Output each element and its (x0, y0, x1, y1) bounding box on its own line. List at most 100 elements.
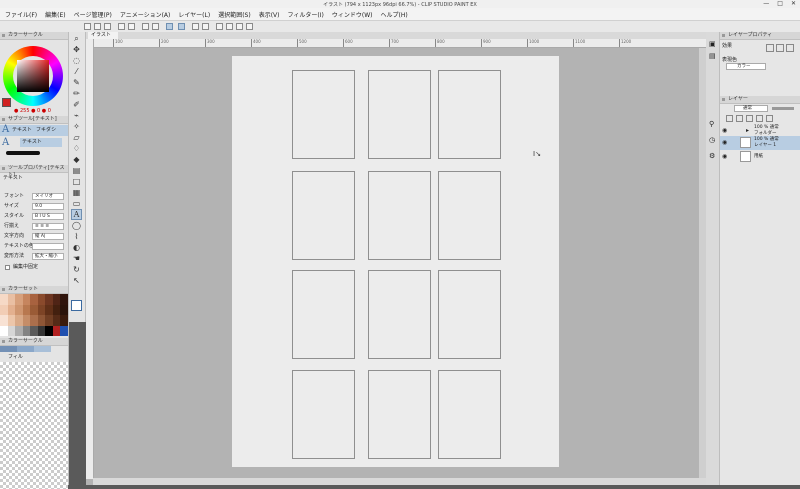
layer-tool-icon[interactable] (756, 115, 763, 122)
new-icon[interactable] (84, 23, 91, 30)
open-icon[interactable] (94, 23, 101, 30)
view-icon[interactable] (226, 23, 233, 30)
opacity-slider[interactable] (772, 107, 794, 110)
color-mix-icon[interactable]: ◐ (72, 243, 81, 252)
lasso-icon[interactable]: ◌ (72, 56, 81, 65)
prop-size[interactable]: サイズ 9.0 (2, 202, 66, 211)
close-button[interactable]: ✕ (791, 0, 796, 7)
pen-settings-icon[interactable] (178, 23, 185, 30)
blend-mode-select[interactable]: 通常 (734, 105, 768, 112)
palette-swatch[interactable] (52, 315, 61, 326)
palette-swatch[interactable] (30, 304, 38, 315)
color-set-swatches[interactable] (0, 294, 68, 336)
saturation-value-square[interactable] (17, 60, 49, 92)
paper-canvas[interactable] (232, 56, 559, 467)
palette-swatch[interactable] (52, 325, 61, 336)
eraser-icon[interactable]: ▱ (72, 133, 81, 142)
minimize-button[interactable]: — (763, 0, 769, 7)
frame-panel[interactable] (292, 270, 355, 359)
menu-edit[interactable]: 編集(E) (45, 10, 65, 19)
eyedropper-icon[interactable]: ⁄ (72, 67, 81, 76)
ruler-snap-icon[interactable] (202, 23, 209, 30)
visibility-eye-icon[interactable]: ◉ (722, 139, 727, 146)
palette-swatch[interactable] (60, 294, 68, 305)
maximize-button[interactable]: □ (777, 0, 783, 7)
brush-icon[interactable]: ✐ (72, 100, 81, 109)
palette-swatch[interactable] (15, 304, 23, 315)
figure-icon[interactable]: □ (72, 177, 81, 186)
prop-font[interactable]: フォント メイリオ (2, 192, 66, 201)
frame-panel[interactable] (292, 171, 355, 260)
visibility-eye-icon[interactable]: ◉ (722, 153, 727, 160)
palette-swatch[interactable] (45, 294, 53, 305)
frame-panel[interactable] (292, 370, 355, 459)
frame-panel[interactable] (438, 70, 501, 159)
frame-panel[interactable] (368, 171, 431, 260)
object-icon[interactable]: ↖ (72, 276, 81, 285)
cut-icon[interactable] (152, 23, 159, 30)
text-tool-icon[interactable]: A (71, 209, 82, 220)
navigator-icon[interactable]: ▣ (709, 40, 716, 48)
clear-icon[interactable] (142, 23, 149, 30)
palette-swatch[interactable] (7, 315, 16, 326)
frame-panel[interactable] (438, 270, 501, 359)
frame-panel[interactable] (438, 171, 501, 260)
transform-icon[interactable] (166, 23, 173, 30)
palette-swatch[interactable] (37, 315, 46, 326)
expression-select[interactable]: カラー (726, 63, 766, 70)
gradient-icon[interactable]: ▤ (72, 166, 81, 175)
palette-swatch[interactable] (15, 315, 23, 326)
palette-swatch[interactable] (0, 325, 8, 336)
palette-swatch[interactable] (0, 294, 8, 305)
palette-swatch[interactable] (30, 315, 38, 326)
flip-icon[interactable] (246, 23, 253, 30)
palette-swatch[interactable] (45, 315, 53, 326)
save-icon[interactable] (104, 23, 111, 30)
subview-icon[interactable]: ▤ (709, 52, 716, 60)
palette-swatch[interactable] (22, 294, 31, 305)
palette-swatch[interactable] (7, 294, 16, 305)
prop-transform[interactable]: 変形方法 拡大・縮小 (2, 252, 66, 261)
palette-swatch[interactable] (37, 294, 46, 305)
layer-row-active[interactable]: ◉ 100 % 通常 レイヤー 1 (720, 136, 800, 150)
palette-swatch[interactable] (22, 315, 31, 326)
palette-swatch[interactable] (30, 325, 38, 336)
palette-swatch[interactable] (7, 325, 16, 336)
menu-layer[interactable]: レイヤー(L) (178, 10, 210, 19)
menu-window[interactable]: ウィンドウ(W) (332, 10, 373, 19)
rotate-view-icon[interactable]: ↻ (72, 265, 81, 274)
visibility-eye-icon[interactable]: ◉ (722, 127, 727, 134)
prop-direction[interactable]: 文字方向縦 A| (2, 232, 66, 241)
frame-panel[interactable] (368, 370, 431, 459)
main-sub-color-swatch[interactable] (2, 98, 12, 108)
snap-icon[interactable] (192, 23, 199, 30)
menu-selection[interactable]: 選択範囲(S) (218, 10, 251, 19)
palette-swatch[interactable] (52, 294, 61, 305)
undo-icon[interactable] (118, 23, 125, 30)
prop-style[interactable]: スタイル B I U S (2, 212, 66, 221)
balloon-icon[interactable]: ◯ (72, 221, 81, 230)
airbrush-icon[interactable]: ⌁ (72, 111, 81, 120)
effect-buttons[interactable] (766, 44, 796, 52)
palette-swatch[interactable] (0, 315, 8, 326)
layer-tool-icon[interactable] (736, 115, 743, 122)
palette-swatch[interactable] (15, 325, 23, 336)
blend-icon[interactable]: ♢ (72, 144, 81, 153)
layer-tool-icon[interactable] (766, 115, 773, 122)
menu-animation[interactable]: アニメーション(A) (120, 10, 171, 19)
menu-file[interactable]: ファイル(F) (5, 10, 37, 19)
palette-swatch[interactable] (30, 294, 38, 305)
color-wheel[interactable] (3, 46, 63, 106)
frame-panel[interactable] (438, 370, 501, 459)
pencil-icon[interactable]: ✏ (72, 89, 81, 98)
redo-icon[interactable] (128, 23, 135, 30)
correction-icon[interactable]: ⌇ (72, 232, 81, 241)
frame-panel[interactable] (368, 70, 431, 159)
grid-icon[interactable] (216, 23, 223, 30)
zoom-icon[interactable]: ⌕ (72, 34, 81, 43)
palette-swatch[interactable] (37, 325, 46, 336)
hand-icon[interactable]: ☚ (72, 254, 81, 263)
layer-mode-icon[interactable]: ⚙ (709, 152, 715, 160)
history-icon[interactable]: ◷ (709, 136, 715, 144)
ruler-icon[interactable]: ▭ (72, 199, 81, 208)
